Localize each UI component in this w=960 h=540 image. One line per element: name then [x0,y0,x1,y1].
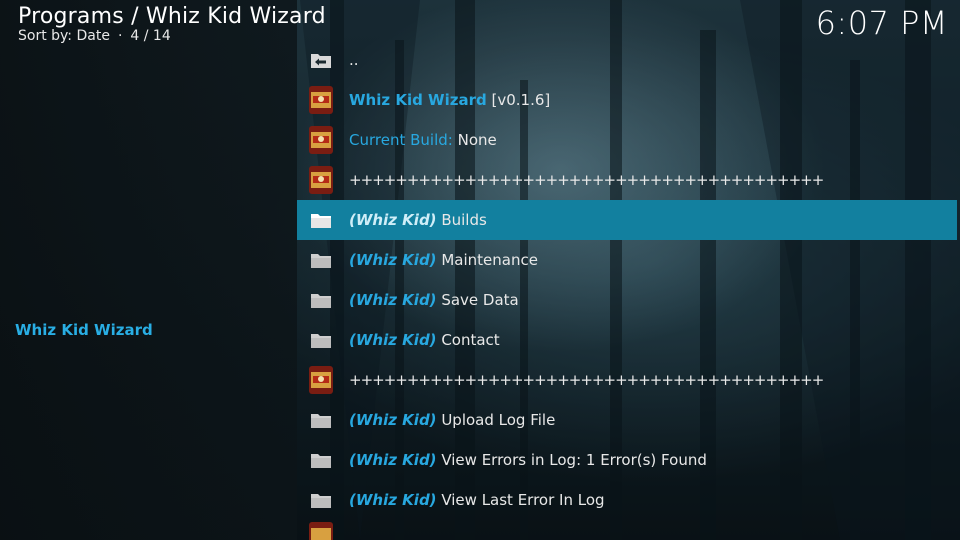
folder-icon [309,488,333,512]
folder-icon [309,248,333,272]
addon-thumbnail-icon [307,520,335,540]
list-item-addon-title[interactable]: Whiz Kid Wizard [v0.1.6] [297,80,957,120]
item-prefix: (Whiz Kid) [349,491,437,509]
list-item-upload-log[interactable]: (Whiz Kid) Upload Log File [297,400,957,440]
addon-thumbnail-icon [307,84,335,116]
list-item-partial[interactable] [297,520,957,540]
back-folder-icon [309,48,333,72]
sort-by-label[interactable]: Sort by: Date [18,28,110,44]
separator-dot: · [117,28,123,44]
list-item-parent[interactable]: .. [297,40,957,80]
addon-title-name: Whiz Kid Wizard [349,91,487,109]
item-label: Upload Log File [441,411,556,429]
item-prefix: (Whiz Kid) [349,331,437,349]
list-item-separator[interactable]: ++++++++++++++++++++++++++++++++++++++++… [297,160,957,200]
parent-label: .. [349,51,359,69]
folder-icon [309,408,333,432]
item-prefix: (Whiz Kid) [349,451,437,469]
current-build-value: None [457,131,497,149]
item-prefix: (Whiz Kid) [349,291,437,309]
left-info-panel [0,0,297,540]
list-item-maintenance[interactable]: (Whiz Kid) Maintenance [297,240,957,280]
addon-thumbnail-icon [307,364,335,396]
folder-icon [309,448,333,472]
sort-info: Sort by: Date · 4 / 14 [18,28,171,44]
folder-icon [309,208,333,232]
list-item-save-data[interactable]: (Whiz Kid) Save Data [297,280,957,320]
list-item-view-errors[interactable]: (Whiz Kid) View Errors in Log: 1 Error(s… [297,440,957,480]
item-prefix: (Whiz Kid) [349,251,437,269]
folder-icon [309,288,333,312]
item-label: Save Data [441,291,519,309]
list-item-builds[interactable]: (Whiz Kid) Builds [297,200,957,240]
list-item-view-last-error[interactable]: (Whiz Kid) View Last Error In Log [297,480,957,520]
separator-line: ++++++++++++++++++++++++++++++++++++++++… [349,371,824,389]
item-label: Maintenance [441,251,538,269]
item-prefix: (Whiz Kid) [349,411,437,429]
separator-line: ++++++++++++++++++++++++++++++++++++++++… [349,171,824,189]
addon-thumbnail-icon [307,164,335,196]
list-item-current-build[interactable]: Current Build: None [297,120,957,160]
addon-thumbnail-icon [307,124,335,156]
folder-icon [309,328,333,352]
current-build-key: Current Build: [349,131,453,149]
item-label: Contact [441,331,500,349]
clock: 6:07 PM [815,4,948,42]
item-position: 4 / 14 [130,28,171,44]
list-item-separator[interactable]: ++++++++++++++++++++++++++++++++++++++++… [297,360,957,400]
list-item-contact[interactable]: (Whiz Kid) Contact [297,320,957,360]
item-label: View Last Error In Log [441,491,605,509]
item-label: View Errors in Log: 1 Error(s) Found [441,451,707,469]
page-title: Programs / Whiz Kid Wizard [18,4,326,29]
addon-version: [v0.1.6] [491,91,551,109]
addon-name-label: Whiz Kid Wizard [15,321,153,339]
item-prefix: (Whiz Kid) [349,211,437,229]
item-label: Builds [441,211,487,229]
